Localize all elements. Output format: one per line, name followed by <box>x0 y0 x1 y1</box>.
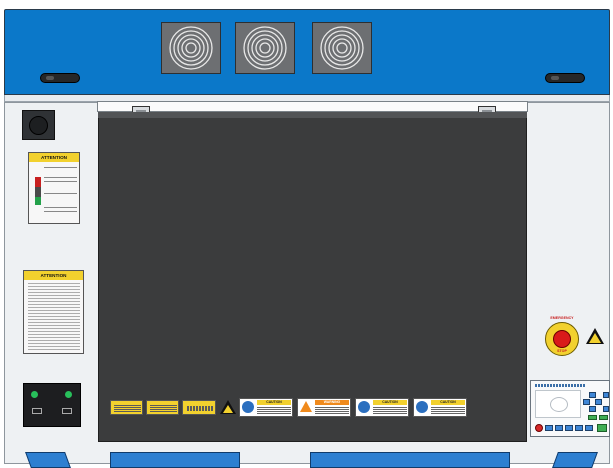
warning-triangle-icon <box>300 401 312 412</box>
sticker-text <box>150 405 177 412</box>
left-foot <box>25 452 71 468</box>
arrow-up-button[interactable] <box>589 392 596 398</box>
sticker-text <box>114 405 141 412</box>
vent-fan-3-icon <box>312 22 372 74</box>
sticker-text <box>315 407 349 414</box>
top-blue-panel <box>4 9 610 95</box>
left-top-handle[interactable] <box>40 73 80 83</box>
attention-label-top: ATTENTION <box>28 152 80 224</box>
text-line <box>44 211 77 212</box>
power-switch-icon[interactable] <box>62 408 72 414</box>
attention-label-bottom: ATTENTION <box>23 270 84 354</box>
yellow-sticker-1 <box>110 400 143 415</box>
sticker-text <box>431 407 465 414</box>
center-left-foot <box>110 452 240 468</box>
arrow-down-button[interactable] <box>589 406 596 412</box>
green-indicator-left-icon <box>31 391 38 398</box>
arrow-right-button[interactable] <box>595 399 602 405</box>
attention-title-2: ATTENTION <box>24 271 83 280</box>
green-key-2[interactable] <box>599 415 608 420</box>
read-manual-icon <box>242 401 254 413</box>
caution-header-2: CAUTION <box>373 400 407 405</box>
left-square-port <box>22 110 55 140</box>
attention-fine-print <box>28 283 80 351</box>
hand-protection-icon <box>416 401 428 413</box>
control-panel-header-text <box>535 384 585 387</box>
lid-door[interactable] <box>98 112 527 442</box>
right-foot <box>552 452 598 468</box>
estop-label-bottom: STOP <box>557 349 567 353</box>
sticker-text <box>373 407 407 414</box>
red-light-icon <box>35 177 41 187</box>
func-key-4[interactable] <box>575 425 583 431</box>
caution-sticker-manual: CAUTION <box>239 398 293 417</box>
start-pause-button[interactable] <box>597 424 607 432</box>
caution-header-1: CAUTION <box>257 400 291 405</box>
green-key-1[interactable] <box>588 415 597 420</box>
center-right-foot <box>310 452 510 468</box>
caution-sticker-eye: CAUTION <box>355 398 409 417</box>
reset-button[interactable] <box>535 424 543 432</box>
caution-header-3: CAUTION <box>431 400 465 405</box>
display-logo-icon <box>550 397 568 412</box>
yellow-sticker-2 <box>146 400 179 415</box>
power-socket-panel <box>23 383 81 427</box>
func-key-5[interactable] <box>585 425 593 431</box>
power-socket-icon[interactable] <box>32 408 42 414</box>
lid-top-lip <box>98 112 527 118</box>
warning-header: WARNING <box>315 400 349 405</box>
lid-hinge-strip <box>97 101 528 112</box>
sticker-text <box>257 407 291 414</box>
control-panel-display <box>535 390 581 418</box>
control-panel <box>530 380 610 437</box>
func-key-3[interactable] <box>565 425 573 431</box>
arrow-left-button[interactable] <box>583 399 590 405</box>
vent-fan-2-icon <box>235 22 295 74</box>
laser-hazard-inner-icon <box>589 333 601 343</box>
text-line <box>44 207 77 208</box>
attention-title-1: ATTENTION <box>29 153 79 162</box>
black-light-icon <box>35 187 41 197</box>
text-line <box>44 167 77 168</box>
func-key-1[interactable] <box>545 425 553 431</box>
estop-label-top: EMERGENCY <box>550 316 574 320</box>
laser-warning-inner-icon <box>223 405 233 413</box>
func-key-2[interactable] <box>555 425 563 431</box>
sticker-text <box>187 406 213 411</box>
green-light-icon <box>35 197 41 205</box>
laser-machine-front-view: ATTENTION ATTENTION CAUTION WARNING CAUT… <box>0 0 613 468</box>
eye-protection-icon <box>358 401 370 413</box>
z-down-button[interactable] <box>603 406 609 412</box>
vent-fan-1-icon <box>161 22 221 74</box>
yellow-sticker-3 <box>182 400 216 415</box>
warning-sticker: WARNING <box>297 398 351 417</box>
text-line <box>44 177 77 178</box>
port-circle-icon <box>29 116 48 135</box>
right-top-handle[interactable] <box>545 73 585 83</box>
green-indicator-right-icon <box>65 391 72 398</box>
z-up-button[interactable] <box>603 392 609 398</box>
emergency-stop-button[interactable] <box>553 330 571 348</box>
text-line <box>44 193 77 194</box>
caution-sticker-hand: CAUTION <box>413 398 467 417</box>
text-line <box>44 181 77 182</box>
